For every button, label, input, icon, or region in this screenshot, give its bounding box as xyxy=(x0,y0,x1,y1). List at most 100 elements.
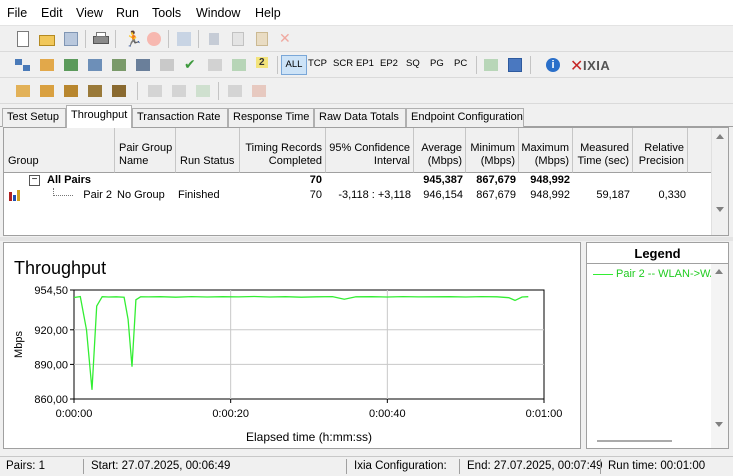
add-multicast-icon[interactable] xyxy=(38,56,56,74)
info-icon[interactable]: i xyxy=(544,56,562,74)
paste-icon[interactable] xyxy=(253,30,271,48)
tools-icon[interactable] xyxy=(62,82,80,100)
edit-note-icon[interactable] xyxy=(158,56,176,74)
edit-pair-icon[interactable] xyxy=(110,56,128,74)
column-header-pair-group-name[interactable]: Pair Group Name xyxy=(115,128,176,173)
column-header-group[interactable]: Group xyxy=(4,128,115,173)
legend-scrollbar[interactable] xyxy=(711,264,728,448)
menu-tools[interactable]: Tools xyxy=(152,6,181,20)
measured-time-value: 59,187 xyxy=(596,189,630,201)
stop-icon[interactable] xyxy=(145,30,163,48)
grid-icon[interactable] xyxy=(230,56,248,74)
column-header-measured-time[interactable]: Measured Time (sec) xyxy=(573,128,633,173)
layout-5-icon[interactable] xyxy=(250,82,268,100)
pencil-icon[interactable] xyxy=(206,56,224,74)
filter-pc-button[interactable]: PC xyxy=(454,58,467,69)
splitter[interactable] xyxy=(0,237,733,241)
layout-3-icon[interactable] xyxy=(194,82,212,100)
refresh-icon[interactable] xyxy=(175,30,193,48)
tab-transaction-rate[interactable]: Transaction Rate xyxy=(132,108,228,127)
column-header-confidence-interval[interactable]: 95% Confidence Interval xyxy=(326,128,414,173)
menu-help[interactable]: Help xyxy=(255,6,281,20)
timing-records-value: 70 xyxy=(309,174,322,186)
column-header-average[interactable]: Average (Mbps) xyxy=(414,128,466,173)
numbering-icon[interactable]: 2 xyxy=(254,56,272,74)
options-icon[interactable] xyxy=(86,82,104,100)
status-runtime: Run time: 00:01:00 xyxy=(608,460,706,472)
column-header-maximum[interactable]: Maximum (Mbps) xyxy=(519,128,573,173)
wizard-icon[interactable] xyxy=(14,82,32,100)
y-axis-label: Mbps xyxy=(13,331,25,358)
cookie-icon[interactable] xyxy=(110,82,128,100)
menu-bar: File Edit View Run Tools Window Help xyxy=(0,0,733,26)
layout-2-icon[interactable] xyxy=(170,82,188,100)
check-icon[interactable]: ✔ xyxy=(182,56,200,74)
endpoint-icon[interactable] xyxy=(62,56,80,74)
magic-icon[interactable] xyxy=(38,82,56,100)
scroll-up-icon[interactable] xyxy=(715,269,723,274)
filter-pg-button[interactable]: PG xyxy=(430,58,444,69)
grid-scrollbar[interactable] xyxy=(711,128,728,235)
scroll-up-icon[interactable] xyxy=(716,134,724,139)
filter-ep1-button[interactable]: EP1 xyxy=(356,58,374,69)
column-header-timing-records[interactable]: Timing Records Completed xyxy=(240,128,326,173)
x-tick-label: 0:00:00 xyxy=(56,408,93,420)
chart-title: Throughput xyxy=(14,258,106,278)
legend-entry[interactable]: Pair 2 -- WLAN->WA xyxy=(593,268,713,282)
print-icon[interactable] xyxy=(92,30,110,48)
tab-endpoint-configuration[interactable]: Endpoint Configuration xyxy=(406,108,524,127)
filter-sq-button[interactable]: SQ xyxy=(406,58,420,69)
new-file-icon[interactable] xyxy=(14,30,32,48)
run-status-value: Finished xyxy=(178,189,220,201)
x-tick-label: 0:00:20 xyxy=(212,408,249,420)
tab-response-time[interactable]: Response Time xyxy=(228,108,314,127)
x-axis-label: Elapsed time (h:mm:ss) xyxy=(246,430,372,444)
layout-1-icon[interactable] xyxy=(146,82,164,100)
collapse-toggle[interactable]: − xyxy=(29,175,40,186)
copy-icon[interactable] xyxy=(229,30,247,48)
save-results-icon[interactable] xyxy=(506,56,524,74)
y-tick-label: 860,00 xyxy=(34,394,68,406)
save-icon[interactable] xyxy=(62,30,80,48)
menu-run[interactable]: Run xyxy=(116,6,139,20)
menu-window[interactable]: Window xyxy=(196,6,240,20)
column-header-run-status[interactable]: Run Status xyxy=(176,128,240,173)
status-pairs: Pairs: 1 xyxy=(6,460,45,472)
column-header-minimum[interactable]: Minimum (Mbps) xyxy=(466,128,519,173)
filter-all-button[interactable]: ALL xyxy=(281,55,307,75)
pair-name: Pair 2 xyxy=(83,189,112,201)
menu-view[interactable]: View xyxy=(76,6,103,20)
tab-test-setup[interactable]: Test Setup xyxy=(2,108,66,127)
throughput-chart: Throughput 0:00:00 0:00:20 0:00:40 0:01:00 95… xyxy=(13,258,562,444)
timing-records-value: 70 xyxy=(309,189,322,201)
edit-script-icon[interactable] xyxy=(134,56,152,74)
legend-hscroll[interactable] xyxy=(597,440,672,442)
delete-icon[interactable]: ✕ xyxy=(277,30,295,48)
table-row-all-pairs[interactable]: − All Pairs 70 945,387 867,679 948,992 xyxy=(4,173,712,188)
menu-file[interactable]: File xyxy=(7,6,27,20)
open-folder-icon[interactable] xyxy=(38,30,56,48)
layout-4-icon[interactable] xyxy=(226,82,244,100)
scroll-down-icon[interactable] xyxy=(716,207,724,212)
tab-throughput[interactable]: Throughput xyxy=(66,105,132,128)
results-grid: Group Pair Group Name Run Status Timing R… xyxy=(3,127,729,236)
column-header-relative-precision[interactable]: Relative Precision xyxy=(633,128,688,173)
cut-icon[interactable] xyxy=(205,30,223,48)
table-row-pair[interactable]: Pair 2 No Group Finished 70 -3,118 : +3,… xyxy=(4,188,712,203)
network-icon[interactable] xyxy=(86,56,104,74)
filter-scr-button[interactable]: SCR xyxy=(333,58,353,69)
status-bar: Pairs: 1 Start: 27.07.2025, 00:06:49 Ixi… xyxy=(0,456,733,476)
filter-ep2-button[interactable]: EP2 xyxy=(380,58,398,69)
menu-edit[interactable]: Edit xyxy=(41,6,63,20)
y-tick-label: 920,00 xyxy=(34,325,68,337)
results-tabs: Test Setup Throughput Transaction Rate R… xyxy=(0,105,733,128)
maximum-value: 948,992 xyxy=(530,174,570,186)
add-pair-icon[interactable] xyxy=(14,56,32,74)
filter-tcp-button[interactable]: TCP xyxy=(308,58,327,69)
export-icon[interactable] xyxy=(482,56,500,74)
run-icon[interactable]: 🏃 xyxy=(121,30,143,48)
scroll-down-icon[interactable] xyxy=(715,422,723,427)
tab-raw-data-totals[interactable]: Raw Data Totals xyxy=(314,108,406,127)
minimum-value: 867,679 xyxy=(476,189,516,201)
minimum-value: 867,679 xyxy=(476,174,516,186)
